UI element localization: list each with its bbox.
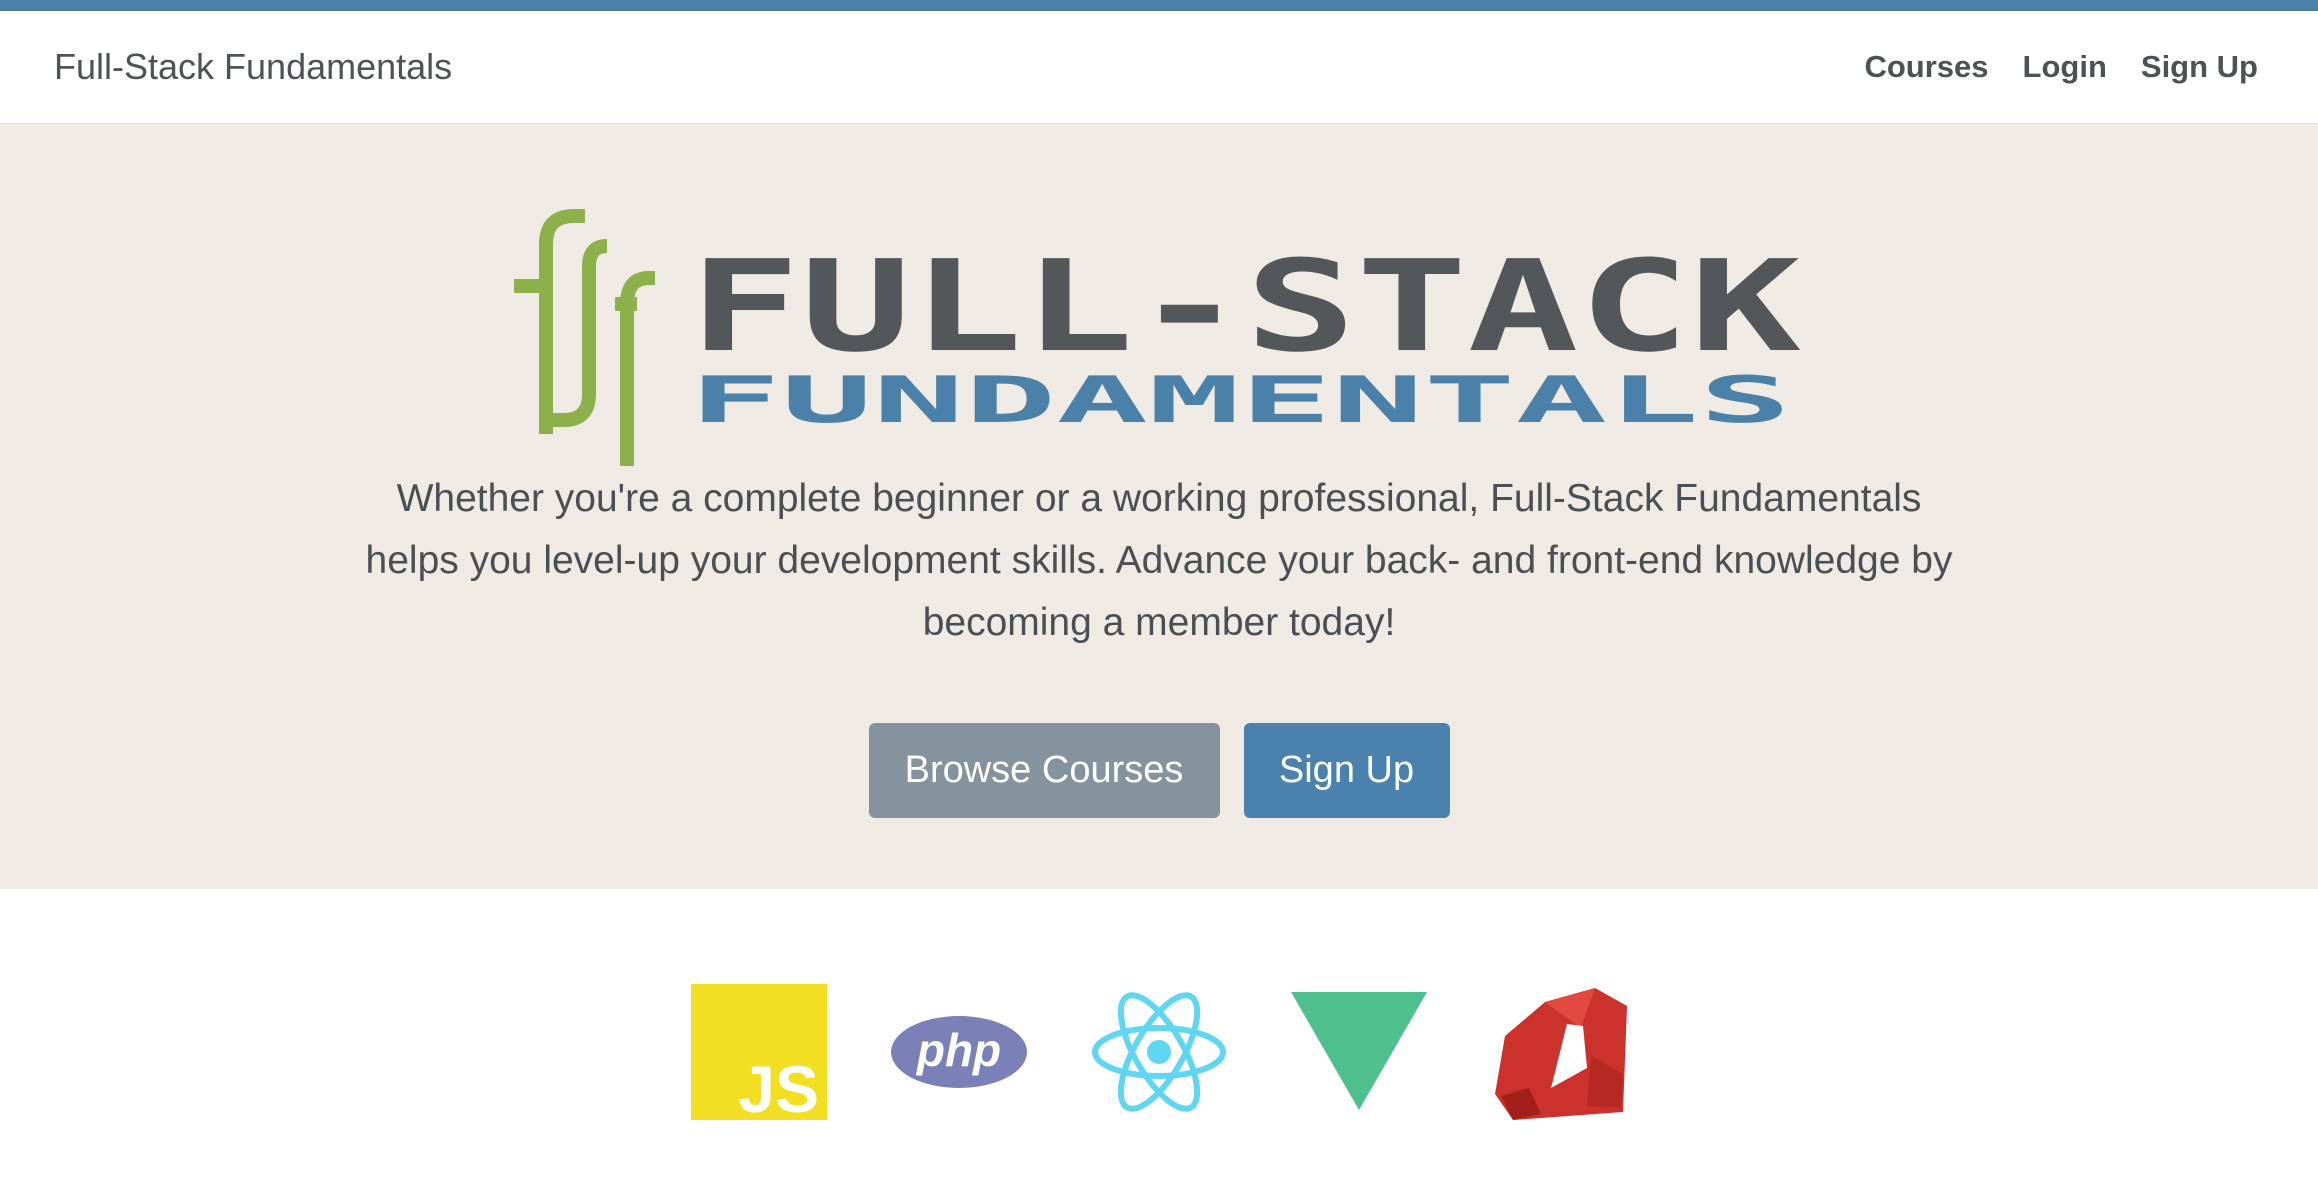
browse-courses-button[interactable]: Browse Courses <box>868 723 1220 818</box>
nav-links: Courses Login Sign Up <box>1864 49 2258 85</box>
php-icon: php <box>891 984 1027 1120</box>
nav-courses-link[interactable]: Courses <box>1864 49 1988 85</box>
brand-link[interactable]: Full-Stack Fundamentals <box>54 46 452 88</box>
react-icon <box>1091 984 1227 1120</box>
logo-monogram-icon <box>514 209 655 466</box>
hero-lead-text: Whether you're a complete beginner or a … <box>365 477 1953 644</box>
logo-word-fullstack: FULL-STACK <box>689 233 1801 380</box>
javascript-icon: JS <box>691 984 827 1120</box>
hero-buttons: Browse Courses Sign Up <box>868 723 1450 818</box>
tech-icons-row: JS php <box>0 984 2318 1120</box>
nav-login-link[interactable]: Login <box>2023 49 2107 85</box>
svg-text:php: php <box>915 1024 1001 1076</box>
signup-button[interactable]: Sign Up <box>1243 723 1450 818</box>
navbar: Full-Stack Fundamentals Courses Login Si… <box>0 11 2318 124</box>
ruby-icon <box>1491 984 1627 1120</box>
hero-section: FULL-STACK FUNDAMENTALS Whether you're a… <box>0 124 2318 889</box>
nav-signup-link[interactable]: Sign Up <box>2141 49 2258 85</box>
vue-icon <box>1291 984 1427 1120</box>
svg-text:JS: JS <box>738 1052 819 1120</box>
logo-word-fundamentals: FUNDAMENTALS <box>689 364 1791 438</box>
top-accent-bar <box>0 0 2318 11</box>
site-logo: FULL-STACK FUNDAMENTALS <box>509 204 1809 468</box>
